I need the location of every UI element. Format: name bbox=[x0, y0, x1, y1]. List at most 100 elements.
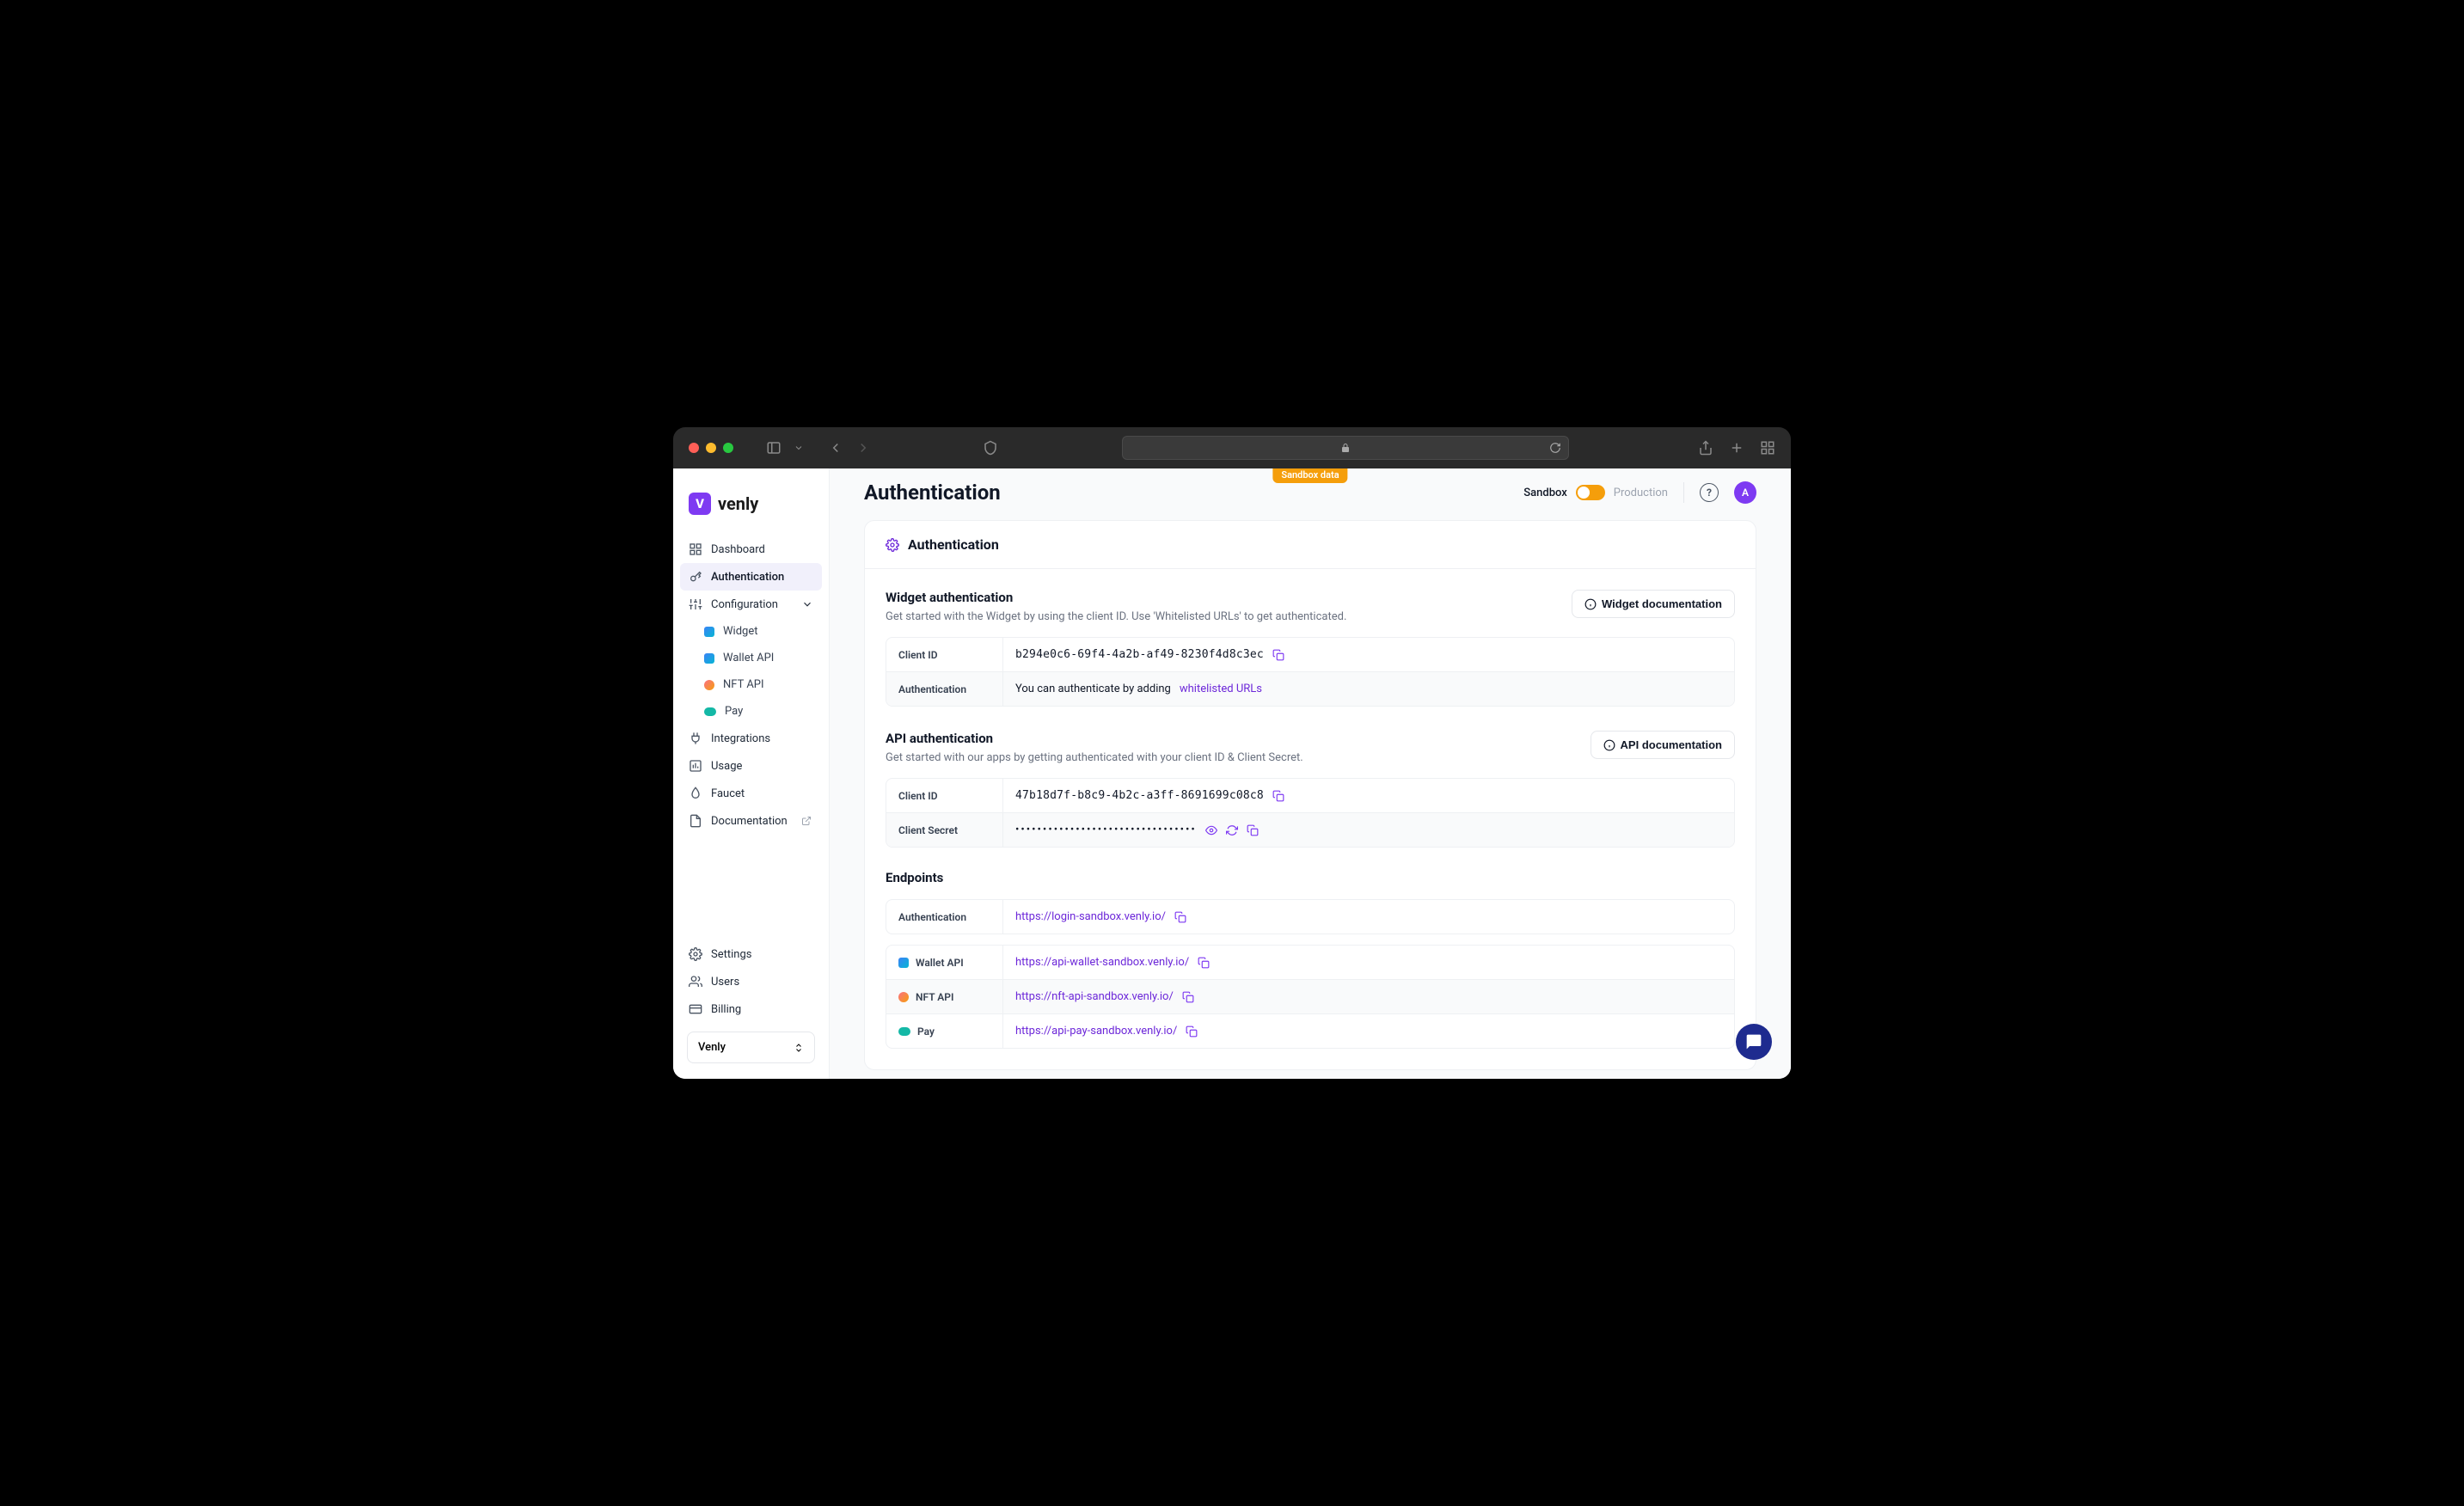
endpoint-wallet-url[interactable]: https://api-wallet-sandbox.venly.io/ bbox=[1015, 956, 1189, 969]
doc-btn-label: API documentation bbox=[1621, 738, 1722, 751]
sidebar-item-documentation[interactable]: Documentation bbox=[680, 807, 822, 835]
sidebar-item-widget[interactable]: Widget bbox=[680, 618, 822, 645]
client-id-label: Client ID bbox=[886, 638, 1003, 671]
sidebar: V venly Dashboard Authentication Configu… bbox=[673, 468, 830, 1079]
share-icon[interactable] bbox=[1698, 440, 1713, 456]
shield-icon[interactable] bbox=[983, 440, 998, 456]
eye-icon[interactable] bbox=[1205, 824, 1217, 836]
endpoint-wallet-label: Wallet API bbox=[916, 957, 964, 969]
chevron-down-icon bbox=[801, 598, 813, 610]
gear-icon bbox=[689, 947, 702, 961]
pay-icon bbox=[898, 1027, 910, 1036]
billing-icon bbox=[689, 1002, 702, 1016]
widget-icon bbox=[704, 627, 714, 637]
close-window-dot[interactable] bbox=[689, 443, 699, 453]
refresh-icon[interactable] bbox=[1226, 824, 1238, 836]
sidebar-item-billing[interactable]: Billing bbox=[680, 995, 822, 1023]
environment-toggle[interactable]: Sandbox Production bbox=[1523, 485, 1668, 500]
sidebar-item-settings[interactable]: Settings bbox=[680, 940, 822, 968]
sidebar-item-label: Configuration bbox=[711, 598, 778, 611]
chat-icon bbox=[1745, 1033, 1762, 1050]
whitelisted-urls-link[interactable]: whitelisted URLs bbox=[1180, 683, 1262, 695]
sidebar-item-pay[interactable]: Pay bbox=[680, 698, 822, 725]
tab-overview-icon[interactable] bbox=[1760, 440, 1775, 456]
wallet-icon bbox=[898, 958, 909, 968]
pay-icon bbox=[704, 707, 716, 716]
copy-icon[interactable] bbox=[1198, 957, 1210, 969]
users-icon bbox=[689, 975, 702, 989]
api-client-id: 47b18d7f-b8c9-4b2c-a3ff-8691699c08c8 bbox=[1015, 789, 1264, 802]
authentication-card: Authentication Widget authentication Get… bbox=[864, 520, 1756, 1070]
back-icon[interactable] bbox=[828, 440, 843, 456]
copy-icon[interactable] bbox=[1272, 790, 1284, 802]
api-client-secret: ••••••••••••••••••••••••••••••••• bbox=[1015, 823, 1197, 836]
brand-name: venly bbox=[718, 493, 758, 514]
copy-icon[interactable] bbox=[1247, 824, 1259, 836]
info-icon bbox=[1584, 598, 1597, 610]
updown-icon bbox=[794, 1043, 804, 1053]
forward-icon[interactable] bbox=[855, 440, 871, 456]
sidebar-item-label: Billing bbox=[711, 1003, 741, 1016]
nft-icon bbox=[898, 992, 909, 1002]
sidebar-item-label: Wallet API bbox=[723, 652, 774, 664]
sidebar-item-label: Settings bbox=[711, 948, 751, 961]
card-title: Authentication bbox=[908, 536, 999, 553]
sidebar-item-label: NFT API bbox=[723, 678, 764, 691]
sidebar-item-label: Pay bbox=[725, 705, 743, 718]
endpoint-pay-url[interactable]: https://api-pay-sandbox.venly.io/ bbox=[1015, 1025, 1177, 1038]
env-production-label: Production bbox=[1614, 487, 1668, 499]
new-tab-icon[interactable] bbox=[1729, 440, 1744, 456]
sidebar-item-wallet-api[interactable]: Wallet API bbox=[680, 645, 822, 671]
sidebar-item-nft-api[interactable]: NFT API bbox=[680, 671, 822, 698]
sidebar-item-authentication[interactable]: Authentication bbox=[680, 563, 822, 591]
api-auth-title: API authentication bbox=[886, 731, 1303, 746]
org-switcher[interactable]: Venly bbox=[687, 1032, 815, 1063]
widget-auth-title: Widget authentication bbox=[886, 590, 1346, 605]
brand-logo[interactable]: V venly bbox=[673, 481, 829, 536]
file-icon bbox=[689, 814, 702, 828]
sidebar-toggle-icon[interactable] bbox=[766, 440, 781, 456]
reload-icon[interactable] bbox=[1549, 442, 1561, 454]
sidebar-item-label: Documentation bbox=[711, 815, 788, 828]
endpoint-nft-url[interactable]: https://nft-api-sandbox.venly.io/ bbox=[1015, 990, 1174, 1003]
sidebar-item-users[interactable]: Users bbox=[680, 968, 822, 995]
sidebar-item-dashboard[interactable]: Dashboard bbox=[680, 536, 822, 563]
sidebar-item-label: Widget bbox=[723, 625, 757, 638]
sidebar-item-configuration[interactable]: Configuration bbox=[680, 591, 822, 618]
endpoint-auth-label: Authentication bbox=[886, 900, 1003, 934]
endpoint-auth-url[interactable]: https://login-sandbox.venly.io/ bbox=[1015, 910, 1166, 923]
env-sandbox-label: Sandbox bbox=[1523, 487, 1567, 499]
sidebar-item-faucet[interactable]: Faucet bbox=[680, 780, 822, 807]
client-id-label: Client ID bbox=[886, 779, 1003, 812]
maximize-window-dot[interactable] bbox=[723, 443, 733, 453]
widget-documentation-button[interactable]: Widget documentation bbox=[1572, 590, 1735, 618]
nft-icon bbox=[704, 680, 714, 690]
main-content: Sandbox data Authentication Sandbox Prod… bbox=[830, 468, 1791, 1079]
copy-icon[interactable] bbox=[1174, 911, 1186, 923]
copy-icon[interactable] bbox=[1186, 1025, 1198, 1038]
widget-client-id: b294e0c6-69f4-4a2b-af49-8230f4d8c3ec bbox=[1015, 648, 1264, 661]
sidebar-item-label: Users bbox=[711, 976, 739, 989]
help-button[interactable]: ? bbox=[1700, 483, 1719, 502]
chevron-down-icon[interactable] bbox=[794, 443, 804, 453]
sidebar-item-integrations[interactable]: Integrations bbox=[680, 725, 822, 752]
sidebar-item-label: Usage bbox=[711, 760, 742, 773]
api-documentation-button[interactable]: API documentation bbox=[1591, 731, 1735, 759]
copy-icon[interactable] bbox=[1182, 991, 1194, 1003]
copy-icon[interactable] bbox=[1272, 649, 1284, 661]
chat-launcher[interactable] bbox=[1736, 1024, 1772, 1060]
sidebar-item-label: Authentication bbox=[711, 571, 784, 584]
endpoint-pay-label: Pay bbox=[917, 1025, 935, 1038]
url-bar[interactable] bbox=[1122, 436, 1569, 460]
avatar[interactable]: A bbox=[1734, 481, 1756, 504]
toggle-switch[interactable] bbox=[1576, 485, 1605, 500]
drop-icon bbox=[689, 787, 702, 800]
divider bbox=[1683, 482, 1684, 503]
sidebar-item-label: Dashboard bbox=[711, 543, 765, 556]
page-title: Authentication bbox=[864, 481, 1001, 505]
sidebar-item-usage[interactable]: Usage bbox=[680, 752, 822, 780]
brand-mark: V bbox=[689, 493, 711, 515]
key-icon bbox=[689, 570, 702, 584]
sidebar-item-label: Faucet bbox=[711, 787, 745, 800]
minimize-window-dot[interactable] bbox=[706, 443, 716, 453]
